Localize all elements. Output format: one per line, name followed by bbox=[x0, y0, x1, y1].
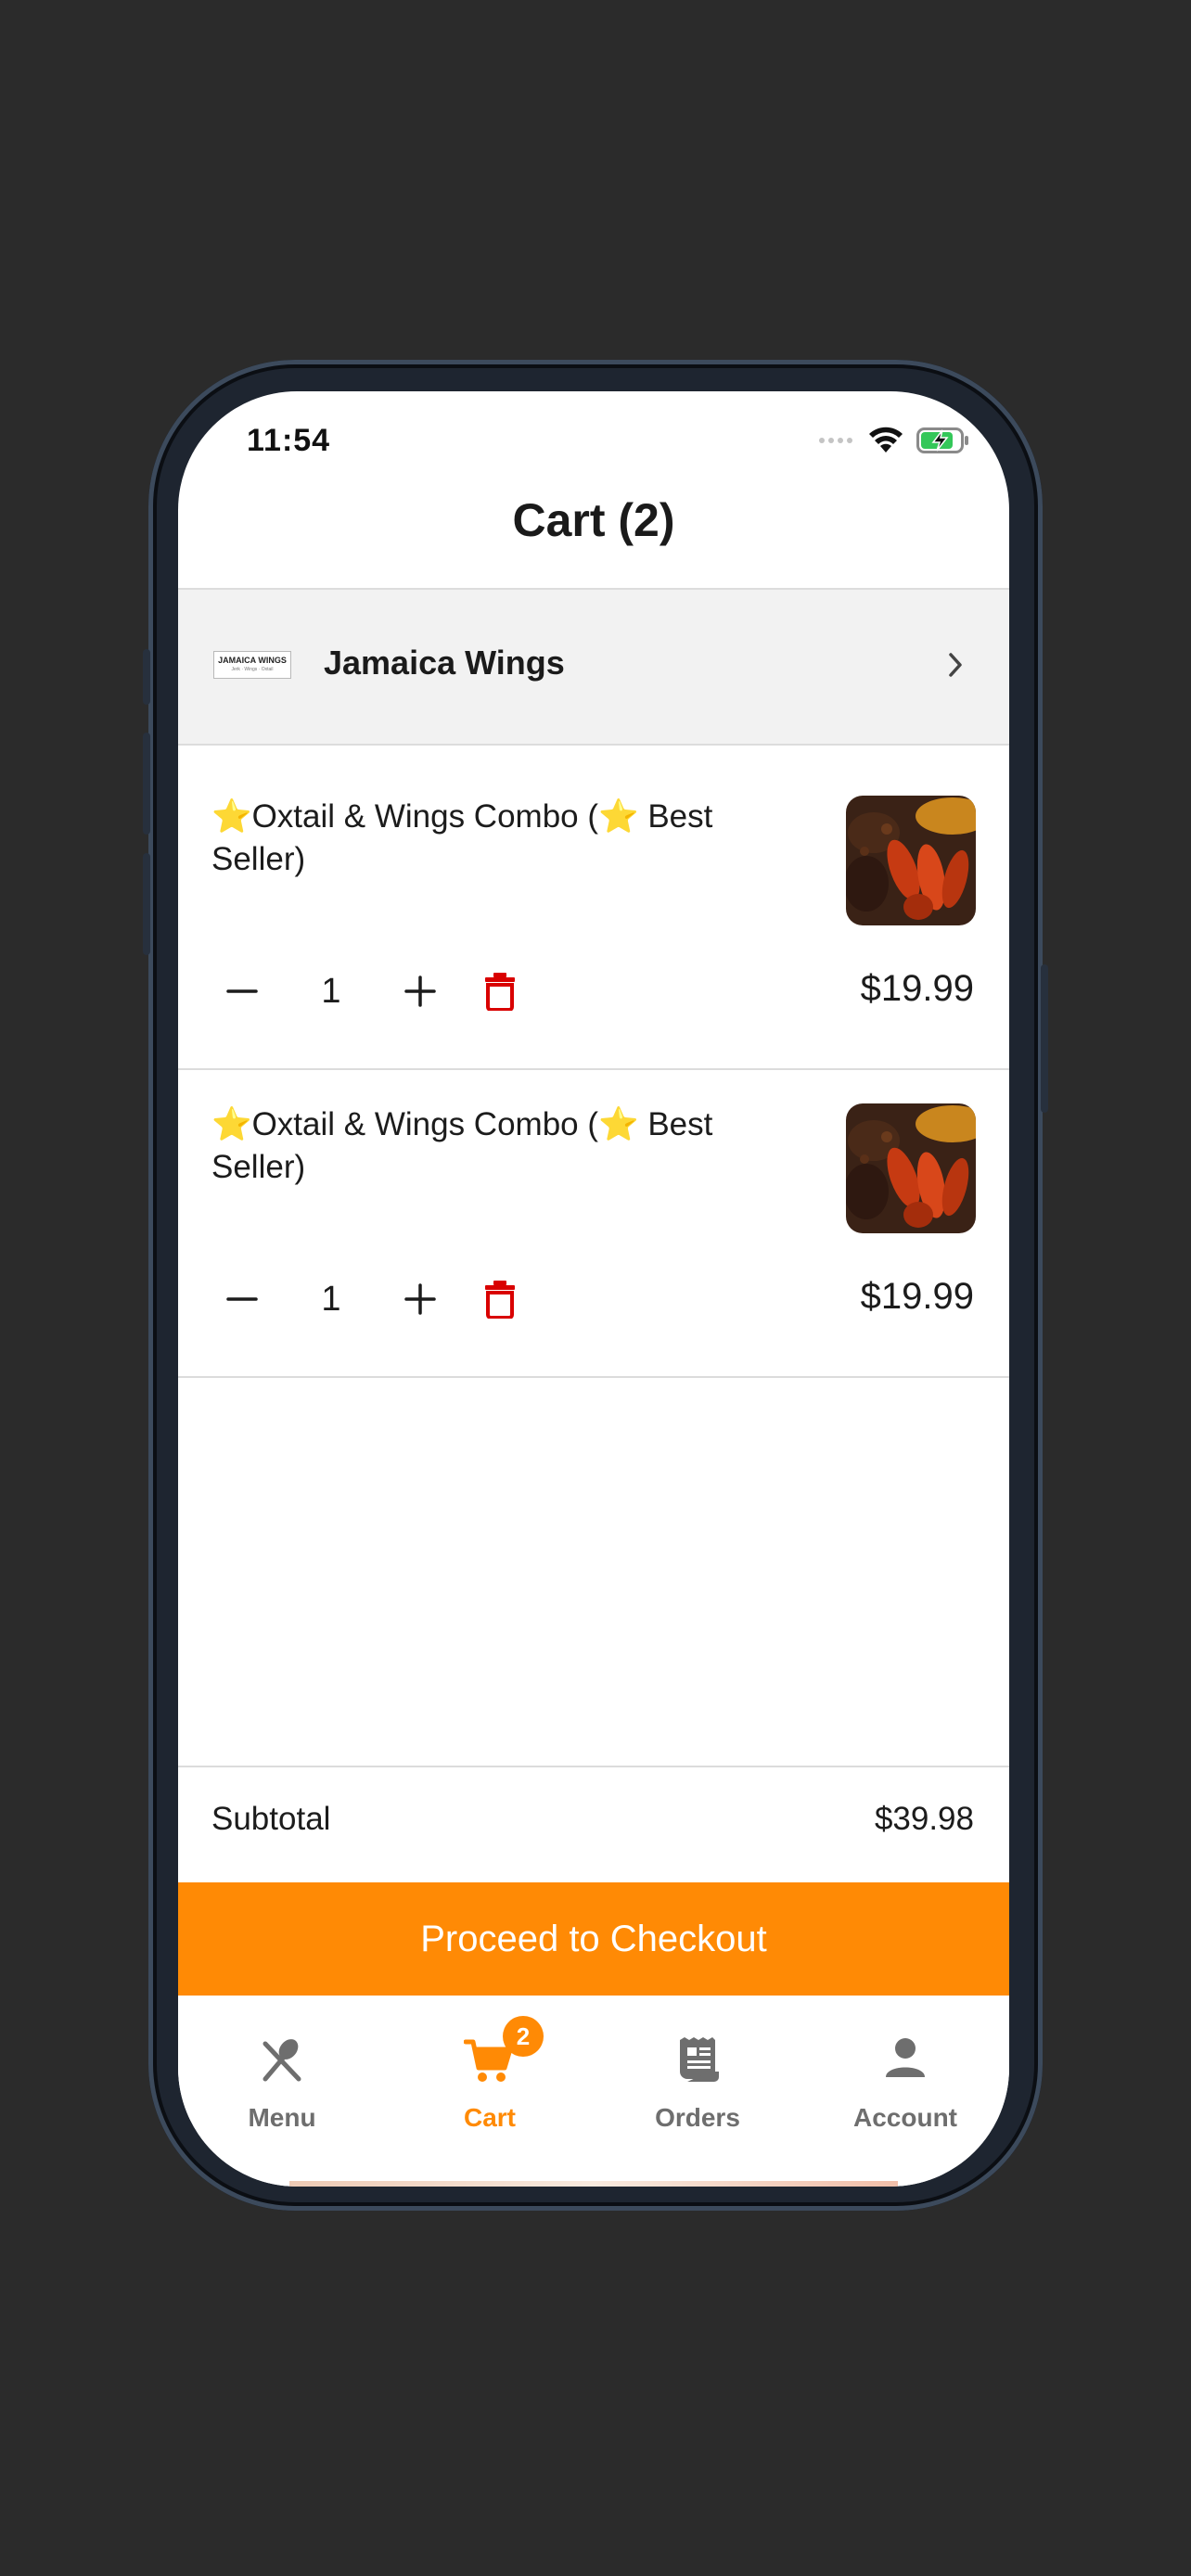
restaurant-row[interactable]: JAMAICA WINGS Jerk · Wings · Oxtail Jama… bbox=[178, 590, 1009, 744]
chevron-right-icon bbox=[949, 653, 962, 677]
item-divider bbox=[178, 1376, 1009, 1378]
person-icon bbox=[886, 2038, 925, 2077]
restaurant-logo-subtext: Jerk · Wings · Oxtail bbox=[231, 667, 274, 672]
subtotal-label: Subtotal bbox=[211, 1801, 331, 1837]
volume-down-button bbox=[143, 853, 150, 955]
tab-account-label: Account bbox=[853, 2103, 957, 2132]
restaurant-logo-text: JAMAICA WINGS bbox=[218, 656, 287, 665]
increase-quantity-button[interactable] bbox=[403, 974, 438, 1009]
cart-item-title: ⭐Oxtail & Wings Combo (⭐ Best Seller) bbox=[211, 798, 713, 877]
signal-icon bbox=[819, 438, 852, 443]
food-photo bbox=[846, 796, 976, 925]
cart-item: ⭐Oxtail & Wings Combo (⭐ Best Seller) 1 bbox=[178, 1053, 1009, 1359]
cart-item-image[interactable] bbox=[846, 1103, 976, 1233]
subtotal-value: $39.98 bbox=[874, 1801, 974, 1837]
tab-menu-label: Menu bbox=[248, 2103, 316, 2132]
delete-item-button[interactable] bbox=[482, 972, 518, 1011]
tab-account[interactable]: Account bbox=[801, 1996, 1009, 2187]
tab-orders[interactable]: Orders bbox=[594, 1996, 801, 2187]
receipt-icon bbox=[680, 2037, 719, 2082]
restaurant-name: Jamaica Wings bbox=[324, 644, 565, 682]
volume-up-button bbox=[143, 733, 150, 835]
cart-item-image[interactable] bbox=[846, 796, 976, 925]
tab-cart-label: Cart bbox=[463, 2103, 516, 2132]
cart-item-title: ⭐Oxtail & Wings Combo (⭐ Best Seller) bbox=[211, 1106, 713, 1185]
page-title: Cart (2) bbox=[512, 494, 675, 546]
battery-charging-icon bbox=[916, 427, 968, 453]
tab-bar: Menu 2 Cart Orders Account bbox=[178, 1996, 1009, 2187]
fork-knife-icon bbox=[263, 2039, 301, 2082]
decrease-quantity-button[interactable] bbox=[224, 1282, 260, 1317]
food-photo bbox=[846, 1103, 976, 1233]
decrease-quantity-button[interactable] bbox=[224, 974, 260, 1009]
home-indicator bbox=[289, 2181, 898, 2187]
cart-item-price: $19.99 bbox=[860, 1276, 974, 1317]
status-time: 11:54 bbox=[247, 423, 331, 458]
cart-item: ⭐Oxtail & Wings Combo (⭐ Best Seller) 1 bbox=[178, 746, 1009, 1052]
tab-menu[interactable]: Menu bbox=[178, 1996, 386, 2187]
increase-quantity-button[interactable] bbox=[403, 1282, 438, 1317]
restaurant-logo: JAMAICA WINGS Jerk · Wings · Oxtail bbox=[213, 651, 291, 679]
quantity-value: 1 bbox=[321, 972, 341, 1011]
power-button bbox=[1041, 964, 1048, 1113]
quantity-value: 1 bbox=[321, 1280, 341, 1319]
subtotal-row: Subtotal $39.98 bbox=[178, 1767, 1009, 1868]
delete-item-button[interactable] bbox=[482, 1280, 518, 1319]
tab-orders-label: Orders bbox=[655, 2103, 740, 2132]
cart-item-price: $19.99 bbox=[860, 968, 974, 1009]
status-icons bbox=[818, 427, 970, 454]
tab-cart[interactable]: 2 Cart bbox=[386, 1996, 594, 2187]
mute-switch bbox=[143, 649, 150, 705]
proceed-to-checkout-button[interactable]: Proceed to Checkout bbox=[178, 1882, 1009, 1996]
app-screen: 11:54 Cart (2) JAMAICA WINGS Jerk · Wing… bbox=[178, 391, 1009, 2187]
cart-count-badge: 2 bbox=[503, 2016, 544, 2057]
wifi-icon bbox=[869, 427, 903, 453]
